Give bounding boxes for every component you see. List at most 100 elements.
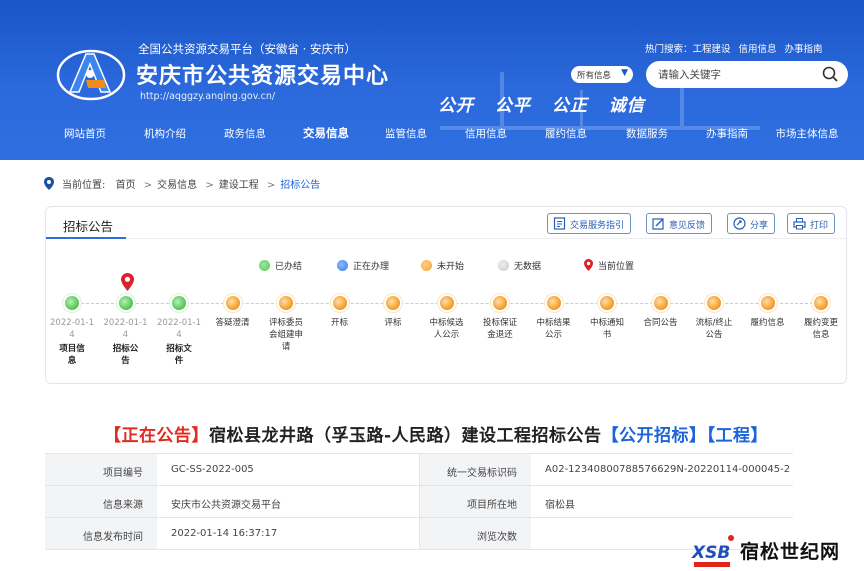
printer-icon (793, 218, 806, 230)
step-done-icon (65, 296, 79, 310)
breadcrumb-trading-info[interactable]: 交易信息 (157, 180, 197, 191)
legend-label: 已办结 (275, 262, 303, 272)
green-dot-icon (259, 260, 270, 271)
button-label: 意见反馈 (669, 221, 706, 231)
breadcrumb-separator: > (266, 180, 276, 191)
step-pending-icon (279, 296, 293, 310)
search-scope-value: 所有信息 (577, 71, 612, 81)
table-row: 项目编号 GC-SS-2022-005 统一交易标识码 A02-12340800… (45, 454, 793, 486)
process-step[interactable]: 履约信息 (743, 296, 793, 329)
button-label: 交易服务指引 (570, 221, 625, 231)
site-logo[interactable] (56, 44, 126, 102)
watermark-text: 宿松世纪网 (740, 541, 841, 563)
gray-dot-icon (498, 260, 509, 271)
process-step[interactable]: 答疑澄清 (208, 296, 258, 329)
step-name: 开标 (330, 318, 348, 328)
process-step[interactable]: 中标通知书 (582, 296, 632, 341)
step-done-icon (172, 296, 186, 310)
table-row: 信息发布时间 2022-01-14 16:37:17 浏览次数 (45, 518, 793, 550)
field-label: 项目编号 (45, 454, 157, 485)
breadcrumb-current[interactable]: 招标公告 (280, 180, 320, 191)
panel-divider (46, 237, 846, 239)
hot-search-link[interactable]: 工程建设 (693, 44, 731, 55)
value-3: 公正 (551, 96, 588, 116)
site-title[interactable]: 安庆市公共资源交易中心 (136, 58, 389, 90)
current-position-marker-icon (121, 273, 134, 291)
process-step[interactable]: 合同公告 (636, 296, 686, 329)
nav-guide[interactable]: 办事指南 (706, 126, 748, 141)
step-pending-icon (600, 296, 614, 310)
notice-category-tag: 【工程】 (706, 426, 769, 446)
nav-about[interactable]: 机构介绍 (144, 126, 186, 141)
field-label: 项目所在地 (419, 486, 531, 517)
nav-market-entity-info[interactable]: 市场主体信息 (776, 126, 839, 141)
nav-credit-info[interactable]: 信用信息 (465, 126, 507, 141)
document-icon (553, 217, 566, 230)
hot-search-label: 热门搜索： (645, 44, 693, 55)
legend-not-started: 未开始 (421, 259, 464, 272)
nav-government-info[interactable]: 政务信息 (224, 126, 266, 141)
nav-supervision-info[interactable]: 监管信息 (385, 126, 427, 141)
location-pin-icon (44, 177, 54, 190)
map-marker-icon (584, 259, 593, 271)
breadcrumb-home[interactable]: 首页 (116, 180, 136, 191)
step-name: 项目信息 (59, 344, 85, 366)
breadcrumb-label: 当前位置: (62, 180, 106, 191)
process-step[interactable]: 中标候选人公示 (422, 296, 472, 341)
site-url[interactable]: http://aqggzy.anqing.gov.cn/ (140, 91, 275, 102)
nav-data-service[interactable]: 数据服务 (626, 126, 668, 141)
nav-performance-info[interactable]: 履约信息 (545, 126, 587, 141)
process-step[interactable]: 评标 (368, 296, 418, 329)
breadcrumb-construction[interactable]: 建设工程 (219, 180, 259, 191)
search-input[interactable]: 请输入关键字 (646, 61, 848, 88)
step-name: 流标/终止公告 (695, 318, 733, 340)
step-name: 评标委员会组建申请 (268, 318, 303, 352)
nav-trading-info[interactable]: 交易信息 (303, 125, 349, 141)
process-step[interactable]: 评标委员会组建申请 (261, 296, 311, 353)
project-location-value: 宿松县 (545, 500, 575, 511)
legend-label: 未开始 (437, 262, 465, 272)
step-date: 2022-01-14 (50, 318, 94, 340)
feedback-button[interactable]: 意见反馈 (646, 213, 713, 234)
legend-no-data: 无数据 (498, 259, 541, 272)
process-step[interactable]: 开标 (315, 296, 365, 329)
process-step[interactable]: 流标/终止公告 (689, 296, 739, 341)
panel-title: 招标公告 (63, 219, 114, 234)
blue-dot-icon (337, 260, 348, 271)
unified-trade-id-value: A02-12340800788576629N-20220114-000045-2 (545, 464, 791, 475)
share-button[interactable]: 分享 (727, 213, 776, 234)
process-step[interactable]: 2022-01-14 项目信息 (47, 296, 97, 367)
process-step[interactable]: 2022-01-14 招标文件 (154, 296, 204, 367)
step-name: 招标文件 (166, 344, 192, 366)
process-step[interactable]: 投标保证金退还 (475, 296, 525, 341)
step-name: 合同公告 (643, 318, 678, 328)
legend-in-progress: 正在办理 (337, 259, 389, 272)
nav-home[interactable]: 网站首页 (64, 126, 106, 141)
step-name: 履约信息 (750, 318, 785, 328)
step-pending-icon (439, 296, 454, 310)
print-button[interactable]: 打印 (787, 213, 836, 234)
watermark-logo: XSB (691, 535, 734, 567)
hot-search-link[interactable]: 办事指南 (785, 44, 823, 55)
step-pending-icon (225, 296, 240, 310)
search-icon[interactable] (822, 66, 838, 82)
site-header: 全国公共资源交易平台（安徽省 · 安庆市） 安庆市公共资源交易中心 http:/… (0, 0, 864, 160)
step-name: 答疑澄清 (215, 318, 250, 328)
step-name: 履约变更信息 (803, 318, 838, 340)
process-step[interactable]: 履约变更信息 (796, 296, 846, 341)
hot-search-link[interactable]: 信用信息 (739, 44, 777, 55)
process-step[interactable]: 中标结果公示 (529, 296, 579, 341)
legend-current-position: 当前位置 (584, 259, 634, 272)
step-pending-icon (546, 296, 561, 310)
field-label: 浏览次数 (419, 518, 531, 549)
step-name: 中标候选人公示 (429, 318, 464, 340)
process-step[interactable]: 2022-01-14 招标公告 (101, 296, 151, 367)
orange-dot-icon (421, 260, 432, 271)
search-scope-select[interactable]: 所有信息 ▼ (571, 66, 633, 83)
search-placeholder: 请输入关键字 (658, 69, 721, 81)
trading-guide-button[interactable]: 交易服务指引 (547, 213, 632, 234)
field-label: 统一交易标识码 (419, 454, 531, 485)
notice-type-tag: 【公开招标】 (601, 426, 707, 446)
step-date: 2022-01-14 (157, 318, 201, 340)
platform-line: 全国公共资源交易平台（安徽省 · 安庆市） (138, 42, 356, 56)
